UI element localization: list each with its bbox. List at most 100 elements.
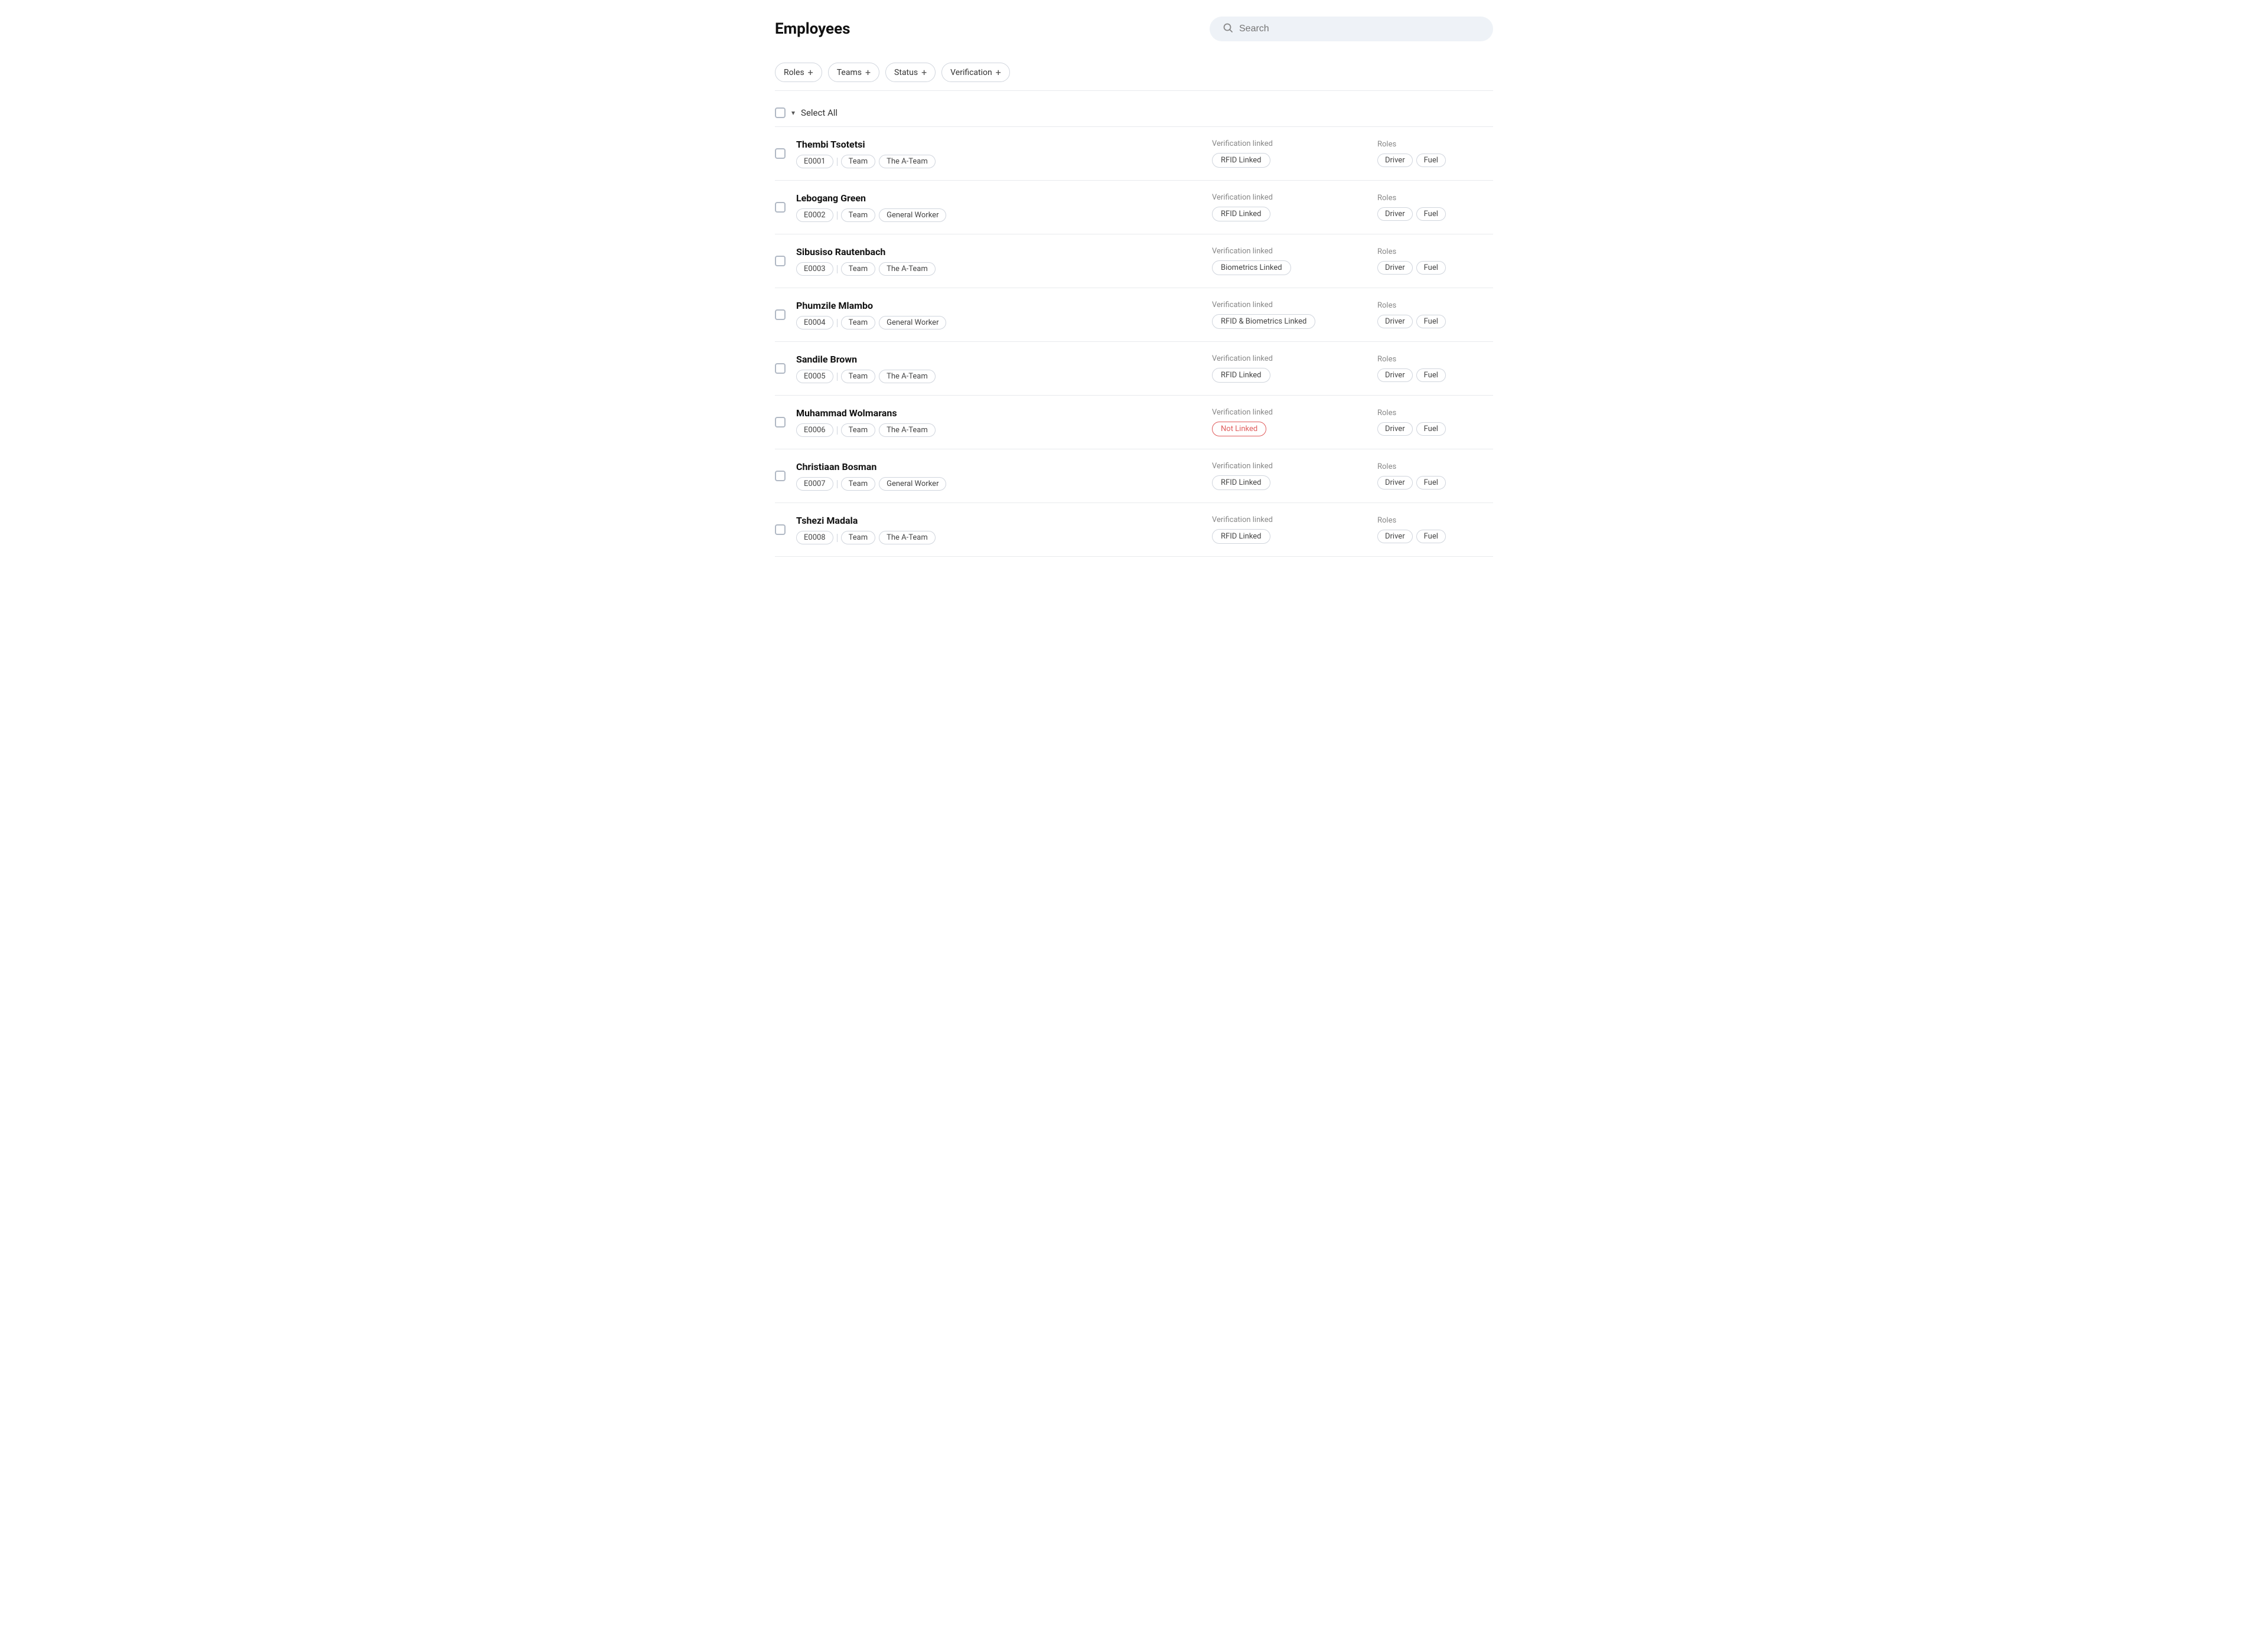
employee-info: Sandile Brown E0005 Team The A-Team [796, 354, 1198, 383]
team-label-tag: Team [841, 423, 876, 437]
search-icon [1223, 22, 1233, 35]
roles-tags: DriverFuel [1377, 315, 1493, 328]
team-label-tag: Team [841, 208, 876, 222]
checkbox-E0007[interactable] [775, 471, 786, 481]
employee-checkbox[interactable] [775, 471, 786, 481]
employee-checkbox[interactable] [775, 524, 786, 535]
employee-checkbox[interactable] [775, 309, 786, 320]
employee-tags: E0006 Team The A-Team [796, 423, 1198, 437]
employee-tags: E0008 Team The A-Team [796, 531, 1198, 544]
team-value-tag: General Worker [879, 316, 946, 329]
roles-tags: DriverFuel [1377, 422, 1493, 436]
roles-label: Roles [1377, 355, 1493, 364]
employee-name: Lebogang Green [796, 192, 1198, 204]
role-tag: Driver [1377, 315, 1413, 328]
verification-label: Verification linked [1212, 462, 1349, 471]
employee-id-tag: E0007 [796, 477, 833, 491]
team-value-tag: The A-Team [879, 262, 936, 276]
checkbox-E0005[interactable] [775, 363, 786, 374]
tag-divider [837, 480, 838, 488]
verification-badge: Not Linked [1212, 422, 1266, 436]
employee-checkbox[interactable] [775, 363, 786, 374]
employee-name: Sandile Brown [796, 354, 1198, 365]
role-tag: Driver [1377, 368, 1413, 382]
team-value-tag: General Worker [879, 208, 946, 222]
table-row: Tshezi Madala E0008 Team The A-Team Veri… [775, 503, 1493, 557]
filter-add-icon: + [808, 67, 813, 78]
filter-chip-teams[interactable]: Teams+ [828, 63, 879, 82]
employee-checkbox[interactable] [775, 256, 786, 266]
employee-tags: E0007 Team General Worker [796, 477, 1198, 491]
select-all-chevron[interactable]: ▾ [791, 109, 795, 117]
table-row: Christiaan Bosman E0007 Team General Wor… [775, 449, 1493, 503]
roles-tags: DriverFuel [1377, 530, 1493, 543]
search-bar[interactable] [1210, 17, 1493, 41]
role-tag: Fuel [1416, 154, 1446, 167]
role-tag: Driver [1377, 207, 1413, 221]
table-row: Muhammad Wolmarans E0006 Team The A-Team… [775, 396, 1493, 449]
employee-id-tag: E0002 [796, 208, 833, 222]
employee-id-tag: E0006 [796, 423, 833, 437]
filter-add-icon: + [996, 67, 1001, 78]
role-tag: Fuel [1416, 315, 1446, 328]
employee-name: Phumzile Mlambo [796, 300, 1198, 311]
select-all-checkbox[interactable] [775, 107, 786, 118]
checkbox-E0002[interactable] [775, 202, 786, 213]
roles-section: Roles DriverFuel [1363, 355, 1493, 382]
checkbox-E0008[interactable] [775, 524, 786, 535]
employee-tags: E0005 Team The A-Team [796, 370, 1198, 383]
filter-add-icon: + [865, 67, 871, 78]
roles-label: Roles [1377, 247, 1493, 256]
tag-divider [837, 426, 838, 435]
tag-divider [837, 265, 838, 273]
checkbox-E0003[interactable] [775, 256, 786, 266]
page-title: Employees [775, 20, 850, 38]
team-value-tag: The A-Team [879, 423, 936, 437]
roles-tags: DriverFuel [1377, 154, 1493, 167]
roles-tags: DriverFuel [1377, 207, 1493, 221]
filter-label: Teams [837, 68, 862, 77]
filter-chip-verification[interactable]: Verification + [941, 63, 1010, 82]
team-label-tag: Team [841, 316, 876, 329]
role-tag: Driver [1377, 422, 1413, 436]
filter-chip-status[interactable]: Status+ [885, 63, 936, 82]
roles-label: Roles [1377, 462, 1493, 471]
team-label-tag: Team [841, 262, 876, 276]
role-tag: Driver [1377, 261, 1413, 275]
verification-label: Verification linked [1212, 408, 1349, 417]
roles-section: Roles DriverFuel [1363, 247, 1493, 275]
role-tag: Fuel [1416, 476, 1446, 489]
table-row: Lebogang Green E0002 Team General Worker… [775, 181, 1493, 234]
verification-label: Verification linked [1212, 247, 1349, 256]
search-input[interactable] [1239, 24, 1480, 34]
select-all-label[interactable]: Select All [801, 107, 838, 118]
employee-checkbox[interactable] [775, 417, 786, 427]
filter-chip-roles[interactable]: Roles + [775, 63, 822, 82]
roles-section: Roles DriverFuel [1363, 140, 1493, 167]
role-tag: Fuel [1416, 261, 1446, 275]
select-all-row: ▾ Select All [775, 102, 1493, 126]
verification-label: Verification linked [1212, 515, 1349, 524]
checkbox-E0004[interactable] [775, 309, 786, 320]
checkbox-E0006[interactable] [775, 417, 786, 427]
verification-section: Verification linked RFID Linked [1198, 462, 1363, 490]
employee-tags: E0001 Team The A-Team [796, 155, 1198, 168]
checkbox-E0001[interactable] [775, 148, 786, 159]
team-label-tag: Team [841, 370, 876, 383]
table-row: Sandile Brown E0005 Team The A-Team Veri… [775, 342, 1493, 396]
filter-label: Verification [950, 68, 992, 77]
table-row: Sibusiso Rautenbach E0003 Team The A-Tea… [775, 234, 1493, 288]
tag-divider [837, 211, 838, 220]
employee-info: Tshezi Madala E0008 Team The A-Team [796, 515, 1198, 544]
filter-label: Roles [784, 68, 804, 77]
employee-checkbox[interactable] [775, 148, 786, 159]
verification-section: Verification linked RFID Linked [1198, 139, 1363, 168]
employee-name: Muhammad Wolmarans [796, 407, 1198, 419]
roles-label: Roles [1377, 140, 1493, 149]
role-tag: Driver [1377, 476, 1413, 489]
employee-checkbox[interactable] [775, 202, 786, 213]
verification-badge: RFID & Biometrics Linked [1212, 314, 1315, 329]
employee-name: Sibusiso Rautenbach [796, 246, 1198, 257]
verification-section: Verification linked Biometrics Linked [1198, 247, 1363, 275]
roles-section: Roles DriverFuel [1363, 194, 1493, 221]
